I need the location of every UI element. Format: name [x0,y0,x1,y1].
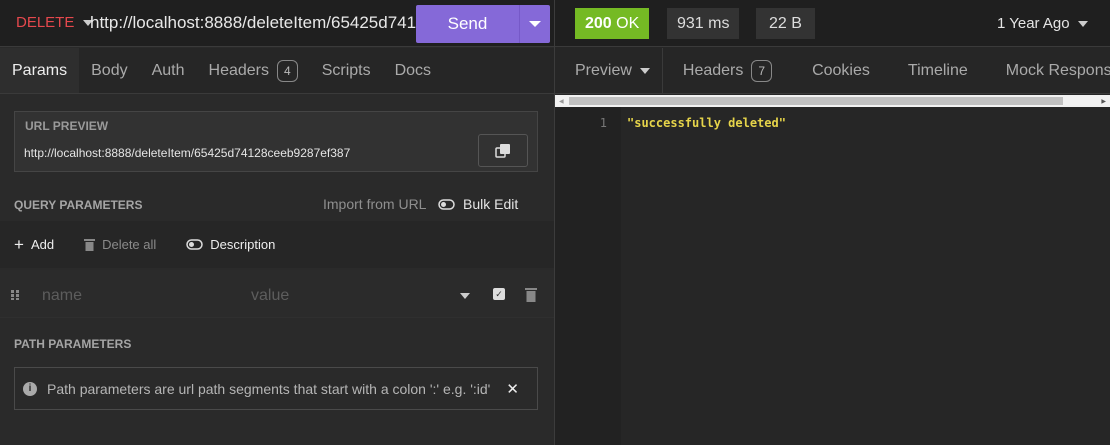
param-value-input[interactable]: value [251,287,289,305]
request-tabs: Params Body Auth Headers 4 Scripts Docs [0,48,554,94]
bulk-edit-toggle[interactable]: Bulk Edit [438,196,518,212]
toggle-off-icon [186,239,204,250]
tab-preview[interactable]: Preview [555,48,663,93]
tab-label: Mock Response [1005,61,1110,79]
url-preview-title: URL PREVIEW [25,119,109,133]
tab-label: Headers [208,61,269,79]
request-pane: DELETE http://localhost:8888/deleteItem/… [0,0,554,445]
tab-label: Preview [575,61,632,79]
url-bar: DELETE http://localhost:8888/deleteItem/… [0,0,554,47]
import-from-url-button[interactable]: Import from URL [323,196,426,212]
url-input[interactable]: http://localhost:8888/deleteItem/65425d7… [90,13,435,33]
status-badge: 200 OK [575,8,650,39]
history-dropdown[interactable]: 1 Year Ago [997,15,1088,32]
tab-scripts[interactable]: Scripts [310,48,383,93]
history-label: 1 Year Ago [997,15,1070,32]
method-label: DELETE [16,14,75,31]
tab-mock-response[interactable]: Mock Response [980,48,1110,93]
info-text: Path parameters are url path segments th… [47,380,491,397]
scroll-right-icon[interactable]: ▶ [1101,98,1106,105]
tab-label: Cookies [812,61,870,79]
tab-response-headers[interactable]: Headers 7 [663,48,784,93]
tab-label: Headers [682,61,744,79]
delete-all-label: Delete all [102,237,157,252]
query-toolbar: + Add Delete all Description [0,221,554,268]
drag-handle-icon[interactable] [11,290,20,300]
headers-count-badge: 4 [277,59,298,82]
scroll-left-icon[interactable]: ◀ [559,98,564,105]
tab-label: Body [91,61,128,79]
tab-label: Timeline [907,61,968,79]
url-preview-value: http://localhost:8888/deleteItem/65425d7… [24,146,351,160]
horizontal-scrollbar[interactable]: ◀ ▶ [555,95,1110,107]
copy-url-button[interactable] [478,134,528,167]
trash-icon[interactable] [525,287,537,302]
param-name-input[interactable]: name [42,287,82,305]
description-toggle[interactable]: Description [186,237,275,252]
path-params-info: i Path parameters are url path segments … [14,367,538,410]
line-gutter: 1 [555,107,621,445]
delete-all-button[interactable]: Delete all [84,237,156,252]
add-param-button[interactable]: + Add [14,235,54,255]
chevron-down-icon [529,21,541,27]
response-body-line: "successfully deleted" [627,116,786,130]
chevron-down-icon [1077,21,1088,28]
info-icon: i [23,381,37,396]
chevron-down-icon [639,67,650,74]
tab-docs[interactable]: Docs [383,48,443,93]
status-code: 200 [585,15,612,32]
plus-icon: + [14,234,24,254]
response-size: 22 B [756,8,815,39]
tab-auth[interactable]: Auth [140,48,197,93]
line-number: 1 [599,116,607,130]
tab-label: Docs [394,61,432,79]
add-label: Add [30,237,55,252]
tab-timeline[interactable]: Timeline [882,48,980,93]
path-parameters-title: PATH PARAMETERS [14,337,132,351]
method-selector[interactable]: DELETE [16,14,93,31]
response-tabs: Preview Headers 7 Cookies Timeline Mock R… [555,48,1110,94]
tab-label: Scripts [321,61,371,79]
response-pane: 200 OK 931 ms 22 B 1 Year Ago Preview He… [555,0,1110,445]
tab-label: Auth [151,61,185,79]
query-parameters-title: QUERY PARAMETERS [14,198,143,212]
enable-checkbox[interactable]: ✓ [493,288,505,300]
headers-count-badge: 7 [751,59,773,82]
query-param-row: name value ✓ [0,270,554,318]
close-icon[interactable]: ✕ [506,380,519,398]
tab-headers[interactable]: Headers 4 [197,48,310,93]
toggle-off-icon [438,198,455,210]
send-label: Send [416,5,520,43]
chevron-down-icon[interactable] [460,293,470,299]
copy-icon [495,143,510,158]
bulk-edit-label: Bulk Edit [463,196,519,212]
description-label: Description [210,237,276,252]
send-button[interactable]: Send [416,5,550,43]
tab-body[interactable]: Body [79,48,139,93]
trash-icon [84,239,96,251]
tab-params[interactable]: Params [0,48,80,93]
response-time: 931 ms [667,8,740,39]
response-status-bar: 200 OK 931 ms 22 B 1 Year Ago [555,0,1110,47]
tab-cookies[interactable]: Cookies [784,48,882,93]
status-text: OK [616,15,640,32]
scrollbar-thumb[interactable] [569,97,1063,105]
send-options-dropdown[interactable] [520,5,550,43]
tab-label: Params [12,61,68,79]
url-preview: URL PREVIEW http://localhost:8888/delete… [14,111,538,172]
